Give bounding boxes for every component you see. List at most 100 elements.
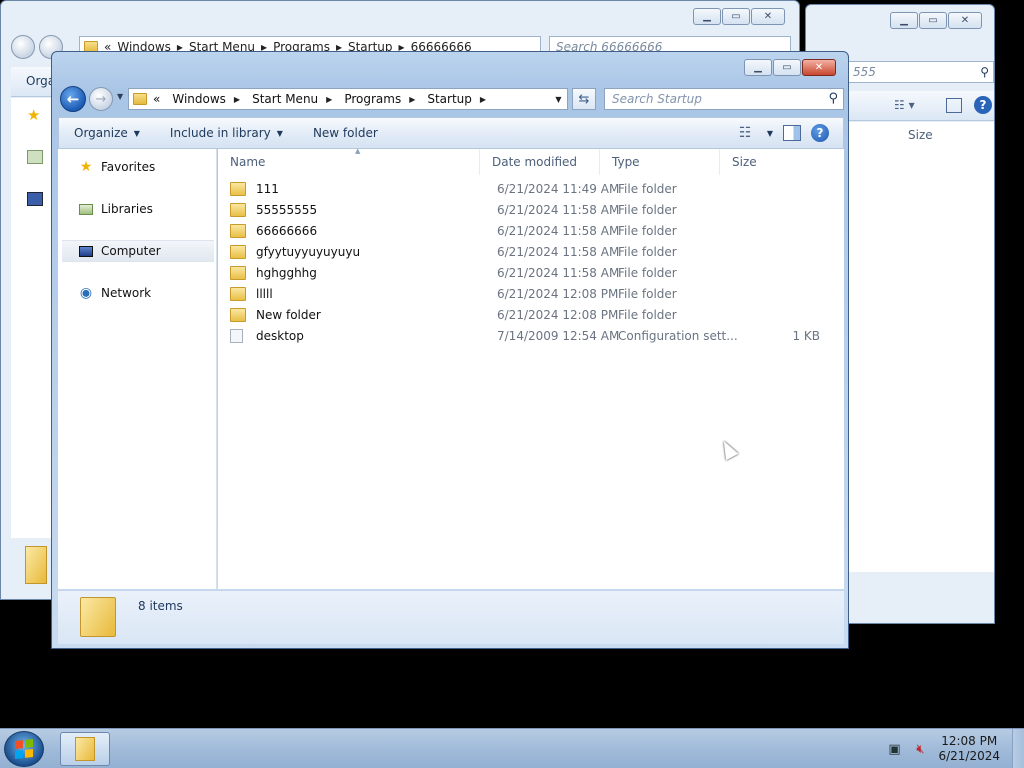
forward-button[interactable]: → (89, 87, 113, 111)
command-bar: Organize ▼ Include in library ▼ New folder… (58, 117, 844, 149)
folder-icon (230, 265, 246, 280)
item-count: 8 items (138, 599, 183, 613)
explorer-window[interactable]: ▁ ▭ ✕ ← → ▼ « Windows ▶ Start Menu ▶ Progr… (51, 51, 849, 649)
folder-icon (230, 202, 246, 217)
help-icon[interactable]: ? (974, 96, 992, 114)
new-folder-button[interactable]: New folder (298, 126, 393, 140)
file-list: Name Date modified Type Size ▲ 111 6/21/… (218, 147, 844, 589)
breadcrumb-windows[interactable]: Windows ▶ (166, 92, 246, 106)
clock-date: 6/21/2024 (938, 749, 1000, 763)
column-header-date-modified[interactable]: Date modified (480, 149, 600, 175)
file-row[interactable]: 55555555 6/21/2024 11:58 AM File folder (230, 199, 830, 220)
navigation-bar: ← → ▼ « Windows ▶ Start Menu ▶ Programs ▶ S… (58, 84, 844, 114)
system-tray: ▣ 🔇︎ 12:08 PM 6/21/2024 (886, 729, 1020, 768)
nav-item-computer[interactable]: Computer (62, 240, 214, 262)
file-type: File folder (618, 202, 677, 217)
network-globe-icon: ◉ (79, 285, 93, 301)
search-icon[interactable]: ⚲ (980, 65, 989, 79)
maximize-button[interactable]: ▭ (722, 8, 750, 25)
breadcrumb-programs[interactable]: Programs ▶ (338, 92, 421, 106)
nav-label: Libraries (101, 202, 153, 216)
volume-muted-icon[interactable]: 🔇︎ (912, 741, 928, 757)
address-bar[interactable]: « Windows ▶ Start Menu ▶ Programs ▶ Startup… (128, 88, 568, 110)
close-button[interactable]: ✕ (751, 8, 785, 25)
file-date: 6/21/2024 11:58 AM (497, 265, 620, 280)
nav-item-favorites[interactable]: ★ Favorites (62, 156, 214, 178)
file-name: desktop (256, 328, 304, 343)
search-input[interactable]: 555 ⚲ (846, 61, 994, 83)
preview-pane-icon[interactable] (946, 98, 962, 113)
address-dropdown-icon[interactable]: ▼ (549, 94, 567, 104)
file-row[interactable]: 66666666 6/21/2024 11:58 AM File folder (230, 220, 830, 241)
file-type: File folder (618, 265, 677, 280)
star-icon: ★ (79, 159, 93, 175)
file-date: 6/21/2024 12:08 PM (497, 307, 619, 322)
file-name: 55555555 (256, 202, 318, 217)
column-header-size[interactable]: Size (720, 149, 810, 175)
change-view-icon[interactable]: ☷ (739, 126, 757, 140)
preview-pane-icon[interactable] (783, 125, 801, 141)
recent-pages-dropdown-icon[interactable]: ▼ (117, 92, 123, 101)
large-folder-icon (25, 546, 47, 584)
back-button[interactable] (11, 35, 35, 59)
clock-time: 12:08 PM (941, 734, 998, 748)
favorites-star-icon: ★ (27, 106, 41, 124)
windows-logo-icon (15, 739, 33, 759)
libraries-icon (78, 201, 94, 217)
file-row[interactable]: desktop 7/14/2009 12:54 AM Configuration… (230, 325, 830, 346)
file-row[interactable]: lllll 6/21/2024 12:08 PM File folder (230, 283, 830, 304)
column-header-name[interactable]: Name (218, 149, 480, 175)
breadcrumb-chevron[interactable]: « (147, 92, 166, 106)
column-header-size[interactable]: Size (908, 128, 933, 142)
caption-buttons: ▁ ▭ ✕ (744, 59, 836, 76)
help-icon[interactable]: ? (811, 124, 829, 142)
more-views-dropdown-icon[interactable]: ▼ (767, 129, 773, 138)
navigation-pane: ★ Favorites Libraries Computer ◉ Network (58, 149, 217, 589)
chevron-down-icon: ▼ (133, 128, 140, 138)
folder-icon (230, 223, 246, 238)
nav-item-network[interactable]: ◉ Network (62, 282, 214, 304)
minimize-button[interactable]: ▁ (744, 59, 772, 76)
nav-label: Network (101, 286, 152, 300)
minimize-button[interactable]: ▁ (693, 8, 721, 25)
start-button[interactable] (4, 731, 44, 767)
refresh-icon[interactable]: ⇆ (572, 88, 596, 110)
organize-button[interactable]: Organize ▼ (59, 126, 155, 140)
search-icon[interactable]: ⚲ (828, 91, 838, 106)
network-icon[interactable]: ▣ (886, 741, 902, 757)
caption-buttons: ▁ ▭ ✕ (693, 8, 785, 25)
folder-icon (133, 93, 147, 105)
details-pane: 8 items (58, 590, 844, 644)
close-button[interactable]: ✕ (948, 12, 982, 29)
file-date: 6/21/2024 12:08 PM (497, 286, 619, 301)
nav-item-libraries[interactable]: Libraries (62, 198, 214, 220)
column-header-type[interactable]: Type (600, 149, 720, 175)
breadcrumb-startup[interactable]: Startup ▶ (421, 92, 492, 106)
views-icon[interactable]: ☷ ▾ (894, 98, 915, 112)
search-input[interactable]: Search Startup ⚲ (604, 88, 844, 110)
taskbar: ▣ 🔇︎ 12:08 PM 6/21/2024 (0, 728, 1024, 768)
close-button[interactable]: ✕ (802, 59, 836, 76)
back-button[interactable]: ← (60, 86, 86, 112)
file-row[interactable]: hghgghhg 6/21/2024 11:58 AM File folder (230, 262, 830, 283)
file-type: File folder (618, 181, 677, 196)
taskbar-explorer-button[interactable] (60, 732, 110, 766)
maximize-button[interactable]: ▭ (773, 59, 801, 76)
sort-ascending-icon: ▲ (355, 147, 361, 155)
show-desktop-button[interactable] (1012, 729, 1024, 768)
minimize-button[interactable]: ▁ (890, 12, 918, 29)
file-name: 66666666 (256, 223, 318, 238)
maximize-button[interactable]: ▭ (919, 12, 947, 29)
search-placeholder: Search Startup (612, 92, 702, 106)
file-type: Configuration sett... (618, 328, 738, 343)
folder-icon (230, 286, 246, 301)
include-in-library-button[interactable]: Include in library ▼ (155, 126, 298, 140)
file-size: 1 KB (792, 328, 820, 343)
file-row[interactable]: 111 6/21/2024 11:49 AM File folder (230, 178, 830, 199)
file-name: New folder (256, 307, 321, 322)
clock[interactable]: 12:08 PM 6/21/2024 (938, 734, 1000, 764)
libraries-icon (27, 150, 43, 164)
file-row[interactable]: New folder 6/21/2024 12:08 PM File folde… (230, 304, 830, 325)
file-row[interactable]: gfyytuyyuyuyuyu 6/21/2024 11:58 AM File … (230, 241, 830, 262)
breadcrumb-start-menu[interactable]: Start Menu ▶ (246, 92, 338, 106)
